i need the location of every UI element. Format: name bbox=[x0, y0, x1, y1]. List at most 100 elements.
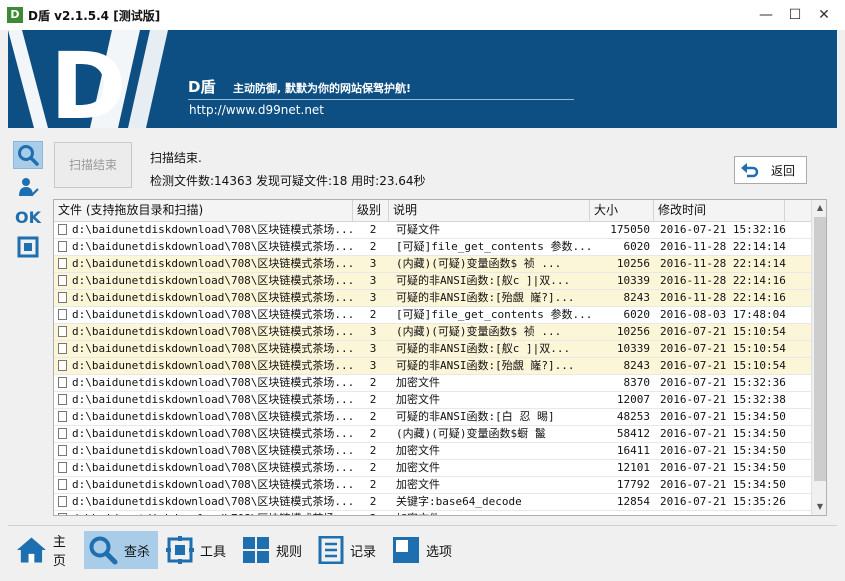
file-path-cell: d:\baidunetdiskdownload\708\区块链模式茶场... bbox=[58, 341, 353, 358]
table-row[interactable]: d:\baidunetdiskdownload\708\区块链模式茶场...2加… bbox=[54, 460, 812, 477]
description-cell: 关键字:base64_decode bbox=[396, 495, 522, 508]
app-icon: D bbox=[7, 7, 23, 23]
table-row[interactable]: d:\baidunetdiskdownload\708\区块链模式茶场... 3 (… bbox=[54, 256, 812, 273]
logo-letter: D bbox=[50, 33, 126, 128]
file-icon bbox=[58, 309, 67, 320]
size-cell: 175050 bbox=[610, 223, 650, 236]
website-url[interactable]: http://www.d99net.net bbox=[189, 103, 324, 117]
table-row[interactable]: d:\baidunetdiskdownload\708\区块链模式茶场... 2 可… bbox=[54, 409, 812, 426]
column-header-desc[interactable]: 说明 bbox=[389, 200, 590, 222]
table-row[interactable]: d:\baidunetdiskdownload\708\区块链模式茶场... 3 可… bbox=[54, 341, 812, 358]
description-cell: 可疑的非ANSI函数:[舣c ]|双... bbox=[396, 342, 571, 355]
side-ok-icon[interactable]: OK bbox=[13, 203, 43, 231]
description-cell: (内藏)(可疑)变量函数$ 祯 ... bbox=[396, 325, 562, 338]
options-window-icon bbox=[393, 537, 419, 563]
column-header-file[interactable]: 文件 (支持拖放目录和扫描) bbox=[54, 200, 353, 222]
side-square-icon[interactable] bbox=[13, 233, 43, 261]
size-cell: 6020 bbox=[623, 308, 651, 321]
table-row[interactable]: d:\baidunetdiskdownload\708\区块链模式茶场... 3 (… bbox=[54, 324, 812, 341]
size-cell: 12007 bbox=[616, 393, 650, 406]
size-cell: 12854 bbox=[616, 495, 650, 508]
nav-tools[interactable]: 工具 bbox=[162, 531, 230, 569]
level-cell: 3 bbox=[369, 274, 377, 287]
column-header-size[interactable]: 大小 bbox=[590, 200, 654, 222]
file-path-cell: d:\baidunetdiskdownload\708\区块链模式茶场... bbox=[58, 477, 353, 494]
description-cell: 可疑的非ANSI函数:[殆覷 嶐?]... bbox=[396, 291, 575, 304]
level-cell: 2 bbox=[369, 461, 377, 474]
scroll-up-arrow-icon[interactable]: ▲ bbox=[812, 200, 826, 216]
file-path-cell: d:\baidunetdiskdownload\708\区块链模式茶场... bbox=[58, 358, 353, 375]
table-row[interactable]: d:\baidunetdiskdownload\708\区块链模式茶场... 3 可… bbox=[54, 358, 812, 375]
level-cell: 2 bbox=[369, 427, 377, 440]
level-cell: 2 bbox=[369, 240, 377, 253]
table-row[interactable]: d:\baidunetdiskdownload\708\区块链模式茶场... 2 (… bbox=[54, 426, 812, 443]
file-path-text: d:\baidunetdiskdownload\708\区块链模式茶场... bbox=[72, 308, 353, 321]
modified-time-cell: 2016-11-28 22:14:14 bbox=[660, 240, 786, 253]
modified-time-cell: 2016-07-21 15:10:54 bbox=[660, 325, 786, 338]
nav-log[interactable]: 记录 bbox=[314, 531, 380, 569]
modified-time-cell: 2016-07-21 15:35:26 bbox=[660, 495, 786, 508]
modified-time-cell bbox=[660, 511, 810, 515]
modified-time-cell: 2016-07-21 15:34:50 bbox=[660, 461, 786, 474]
side-user-check-icon[interactable] bbox=[13, 173, 43, 201]
description-cell: 加密文件 bbox=[396, 511, 593, 515]
table-row[interactable]: d:\baidunetdiskdownload\708\区块链模式茶场...2加… bbox=[54, 477, 812, 494]
results-table: 文件 (支持拖放目录和扫描) 级别 说明 大小 修改时间 d:\baidunet… bbox=[53, 199, 827, 516]
back-button-label: 返回 bbox=[771, 163, 796, 178]
file-icon bbox=[58, 275, 67, 286]
table-row[interactable]: d:\baidunetdiskdownload\708\区块链模式茶场...2加… bbox=[54, 511, 812, 515]
column-header-time[interactable]: 修改时间 bbox=[654, 200, 785, 222]
rules-grid-icon bbox=[243, 537, 269, 563]
file-icon bbox=[58, 411, 67, 422]
table-row[interactable]: d:\baidunetdiskdownload\708\区块链模式茶场... 3 可… bbox=[54, 273, 812, 290]
size-cell: 12101 bbox=[616, 461, 650, 474]
modified-time-cell: 2016-11-28 22:14:16 bbox=[660, 291, 786, 304]
file-path-cell: d:\baidunetdiskdownload\708\区块链模式茶场... bbox=[58, 494, 353, 511]
table-row[interactable]: d:\baidunetdiskdownload\708\区块链模式茶场...2加… bbox=[54, 443, 812, 460]
modified-time-cell: 2016-11-28 22:14:16 bbox=[660, 274, 786, 287]
column-header-level[interactable]: 级别 bbox=[353, 200, 389, 222]
file-icon bbox=[58, 224, 67, 235]
table-row[interactable]: d:\baidunetdiskdownload\708\区块链模式茶场... 3 可… bbox=[54, 290, 812, 307]
nav-rules[interactable]: 规则 bbox=[238, 531, 304, 569]
file-path-cell: d:\baidunetdiskdownload\708\区块链模式茶场... bbox=[58, 375, 353, 392]
table-row[interactable]: d:\baidunetdiskdownload\708\区块链模式茶场... 2 [… bbox=[54, 307, 812, 324]
maximize-button[interactable]: ☐ bbox=[781, 0, 809, 30]
nav-rules-label: 规则 bbox=[276, 544, 303, 560]
file-path-cell: d:\baidunetdiskdownload\708\区块链模式茶场... bbox=[58, 307, 353, 324]
level-cell: 2 bbox=[369, 376, 377, 389]
modified-time-cell: 2016-11-28 22:14:14 bbox=[660, 257, 786, 270]
back-button[interactable]: 返回 bbox=[734, 156, 807, 184]
table-row[interactable]: d:\baidunetdiskdownload\708\区块链模式茶场... 2 [… bbox=[54, 239, 812, 256]
nav-home[interactable]: 主页 bbox=[12, 531, 78, 569]
level-cell: 2 bbox=[369, 495, 377, 508]
table-row[interactable]: d:\baidunetdiskdownload\708\区块链模式茶场...2加… bbox=[54, 375, 812, 392]
modified-time-cell: 2016-08-03 17:48:04 bbox=[660, 308, 786, 321]
file-icon bbox=[58, 258, 67, 269]
file-path-text: d:\baidunetdiskdownload\708\区块链模式茶场... bbox=[72, 393, 353, 406]
description-cell: 可疑文件 bbox=[396, 223, 440, 236]
description-cell: 加密文件 bbox=[396, 393, 440, 406]
table-row[interactable]: d:\baidunetdiskdownload\708\区块链模式茶场...2加… bbox=[54, 392, 812, 409]
size-cell: 8243 bbox=[623, 359, 651, 372]
tools-icon bbox=[166, 536, 194, 564]
table-header: 文件 (支持拖放目录和扫描) 级别 说明 大小 修改时间 bbox=[54, 200, 812, 222]
close-button[interactable]: ✕ bbox=[810, 0, 838, 30]
scan-button[interactable]: 扫描结束 bbox=[54, 142, 132, 188]
nav-scan[interactable]: 查杀 bbox=[84, 531, 158, 569]
file-path-cell: d:\baidunetdiskdownload\708\区块链模式茶场... bbox=[58, 273, 353, 290]
scroll-down-arrow-icon[interactable]: ▼ bbox=[812, 499, 826, 515]
file-path-text: d:\baidunetdiskdownload\708\区块链模式茶场... bbox=[72, 359, 353, 372]
minimize-button[interactable]: — bbox=[752, 0, 780, 30]
brand-slogan: 主动防御, 默默为你的网站保驾护航! bbox=[233, 82, 412, 95]
description-cell: 加密文件 bbox=[396, 478, 440, 491]
vertical-scrollbar[interactable]: ▲ ▼ bbox=[811, 200, 826, 515]
nav-options[interactable]: 选项 bbox=[388, 531, 454, 569]
side-scan-icon[interactable] bbox=[13, 141, 43, 169]
nav-scan-label: 查杀 bbox=[124, 544, 151, 560]
window-title: D盾 v2.1.5.4 [测试版] bbox=[28, 9, 161, 23]
scroll-thumb[interactable] bbox=[814, 217, 826, 481]
table-row[interactable]: d:\baidunetdiskdownload\708\区块链模式茶场... 2 关… bbox=[54, 494, 812, 511]
table-row[interactable]: d:\baidunetdiskdownload\708\区块链模式茶场... 2 可… bbox=[54, 222, 812, 239]
modified-time-cell: 2016-07-21 15:32:16 bbox=[660, 223, 786, 236]
